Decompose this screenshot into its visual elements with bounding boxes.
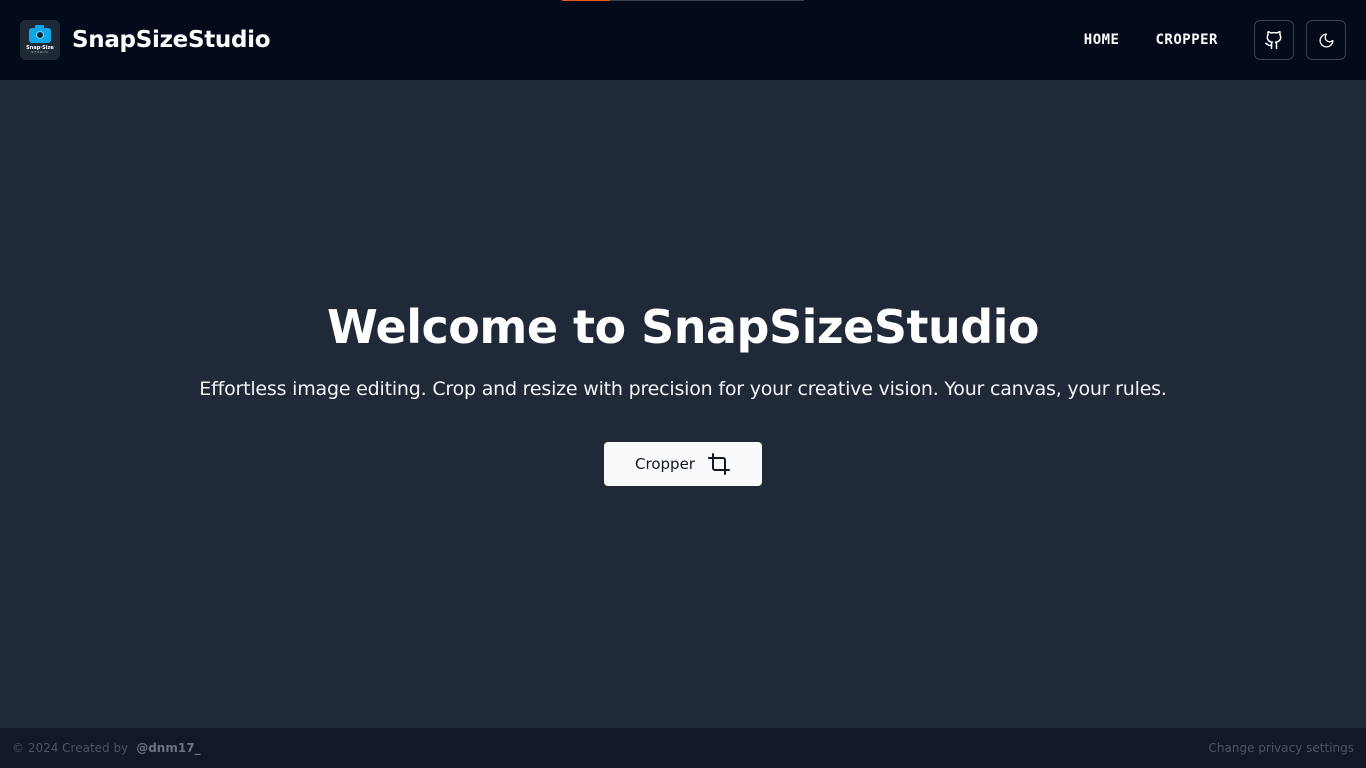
privacy-settings-link[interactable]: Change privacy settings <box>1209 741 1354 755</box>
nav-cropper-link[interactable]: CROPPER <box>1155 32 1218 48</box>
camera-icon <box>29 25 51 43</box>
cropper-button-label: Cropper <box>635 455 695 473</box>
footer: © 2024 Created by @dnm17_ Change privacy… <box>0 728 1366 768</box>
main-nav: HOME CROPPER <box>1084 20 1346 60</box>
theme-toggle-button[interactable] <box>1306 20 1346 60</box>
top-loading-bar-fill <box>562 0 611 1</box>
github-button[interactable] <box>1254 20 1294 60</box>
brand-name[interactable]: SnapSizeStudio <box>72 27 271 53</box>
cropper-button[interactable]: Cropper <box>604 442 762 486</box>
nav-home-link[interactable]: HOME <box>1084 32 1120 48</box>
moon-icon <box>1318 32 1334 48</box>
brand[interactable]: Snap·Size STUDIO SnapSizeStudio <box>20 20 271 60</box>
top-loading-bar <box>562 0 804 1</box>
footer-author-link[interactable]: @dnm17_ <box>136 741 200 755</box>
footer-copyright: © 2024 Created by <box>12 741 129 755</box>
hero-title: Welcome to SnapSizeStudio <box>326 300 1040 354</box>
logo-subtext: STUDIO <box>31 50 49 54</box>
github-icon <box>1264 30 1282 50</box>
hero-subtitle: Effortless image editing. Crop and resiz… <box>199 378 1167 400</box>
hero-section: Welcome to SnapSizeStudio Effortless ima… <box>0 80 1366 728</box>
brand-logo: Snap·Size STUDIO <box>20 20 60 60</box>
top-navbar: Snap·Size STUDIO SnapSizeStudio HOME CRO… <box>0 0 1366 80</box>
crop-icon <box>707 453 730 475</box>
